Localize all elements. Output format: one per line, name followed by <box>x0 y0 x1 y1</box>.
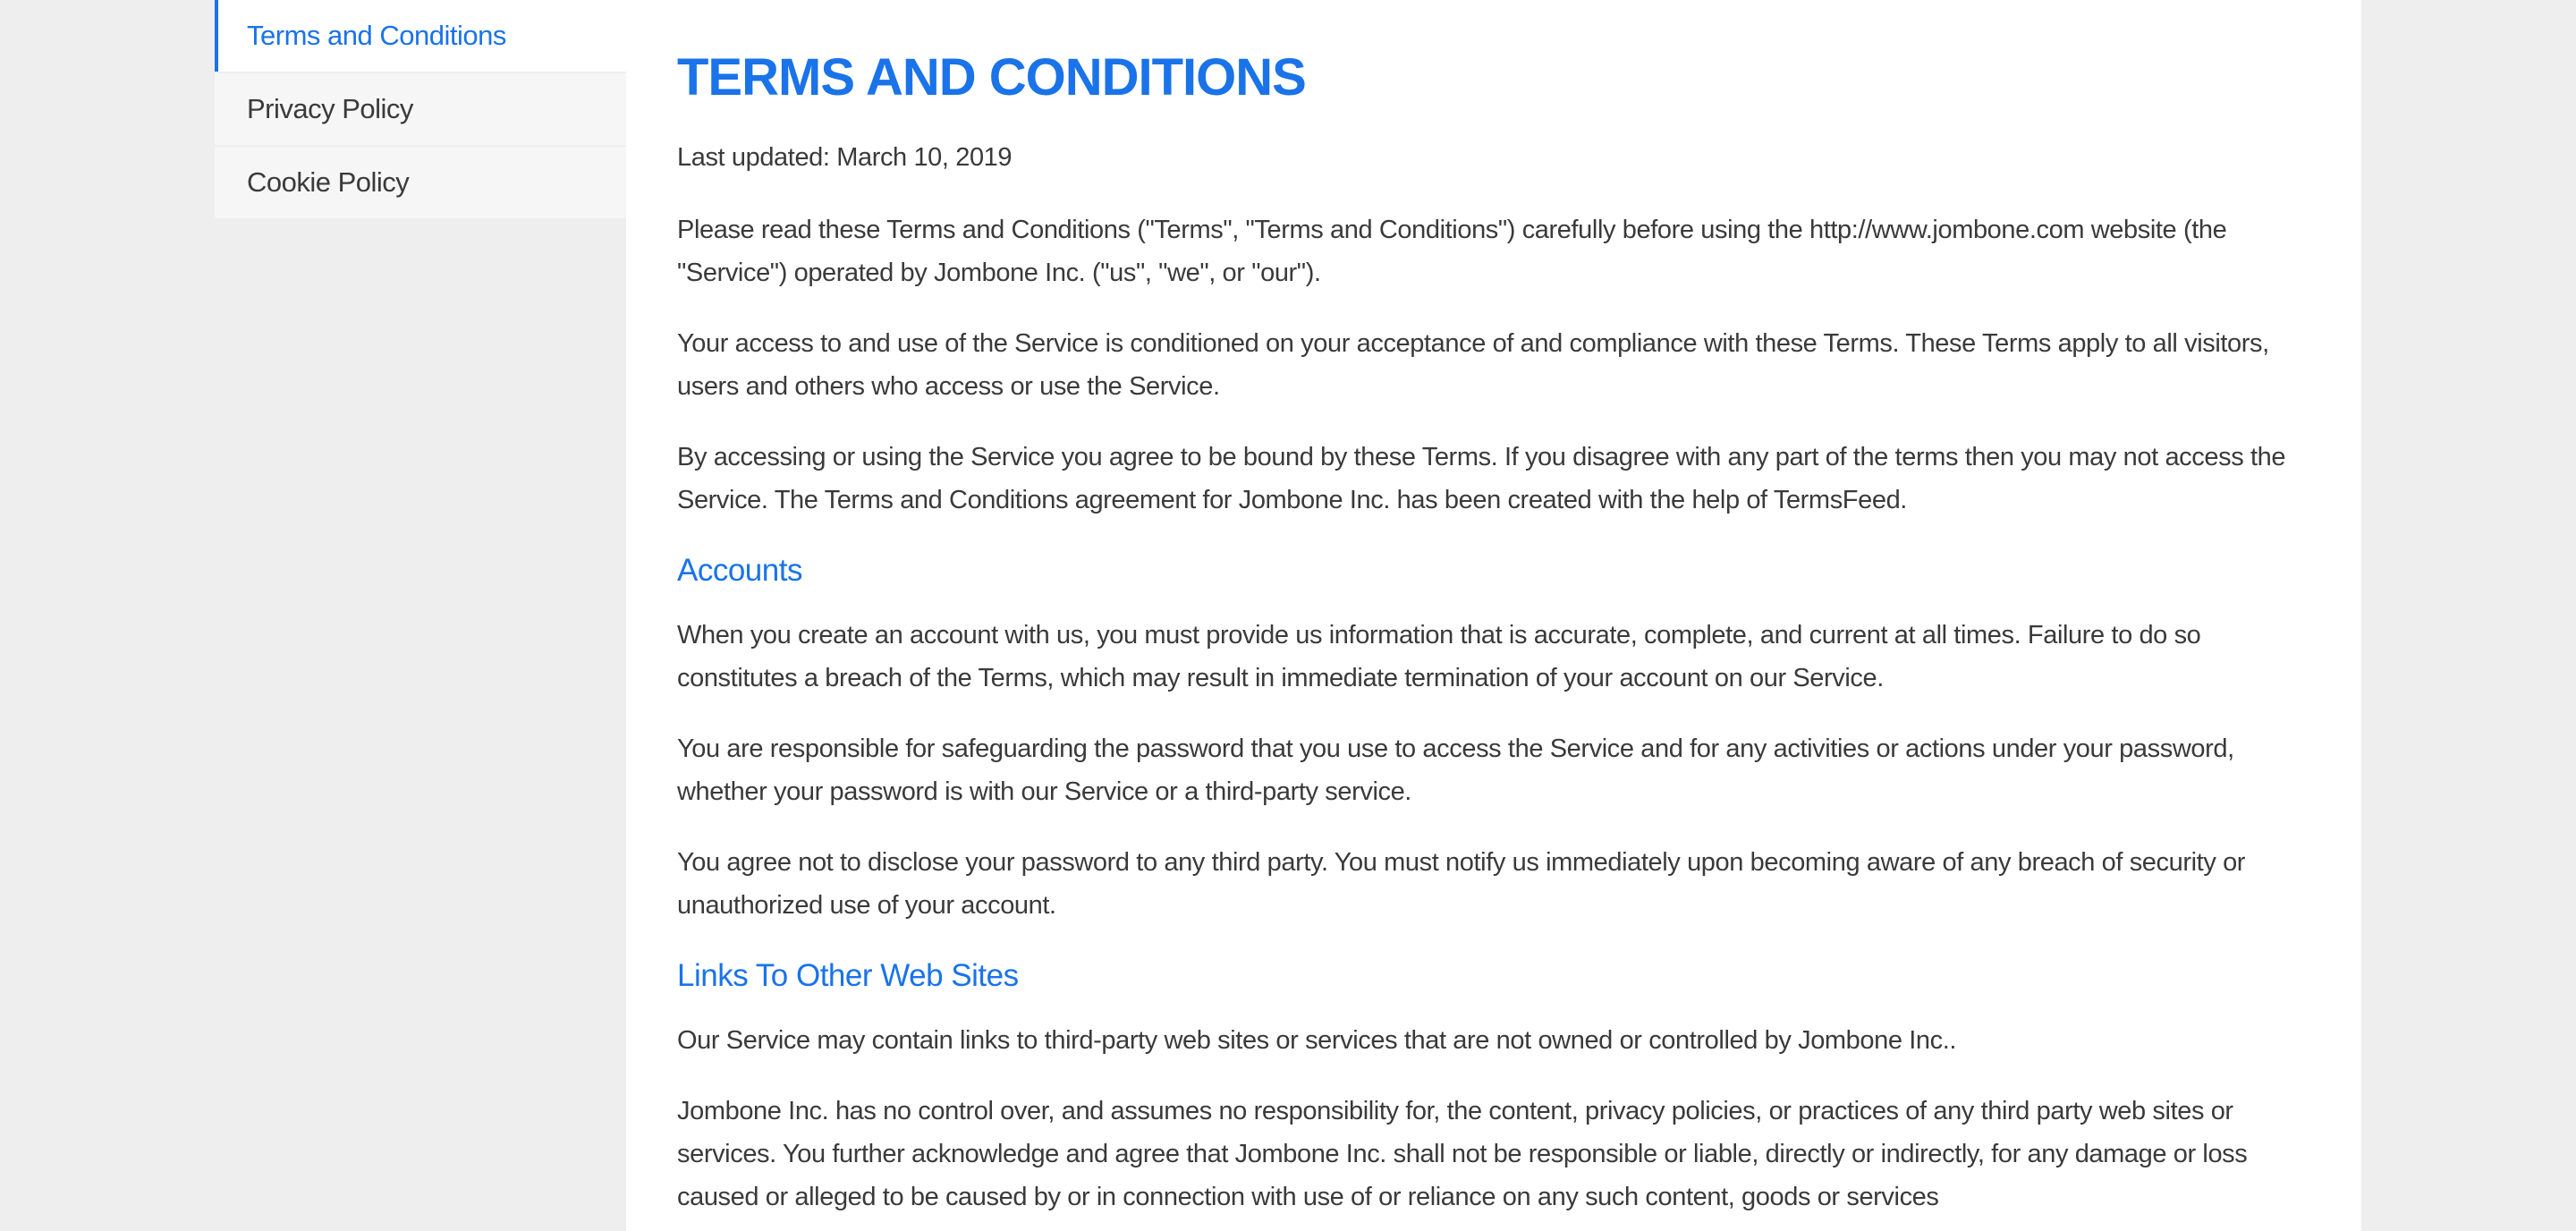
paragraph: Your access to and use of the Service is… <box>677 329 2269 401</box>
last-updated: Last updated: March 10, 2019 <box>677 143 1013 172</box>
paragraph: Please read these Terms and Conditions (… <box>677 216 2227 287</box>
sidebar-item-privacy-policy[interactable]: Privacy Policy <box>215 73 626 145</box>
paragraph: You agree not to disclose your password … <box>677 848 2246 920</box>
section-heading-links: Links To Other Web Sites <box>677 958 1019 993</box>
content-panel: TERMS AND CONDITIONS Last updated: March… <box>626 0 2361 1231</box>
section-heading-accounts: Accounts <box>677 553 802 588</box>
paragraph: Our Service may contain links to third-p… <box>677 1026 1957 1055</box>
sidebar-item-terms-and-conditions[interactable]: Terms and Conditions <box>215 0 626 72</box>
sidebar-item-cookie-policy[interactable]: Cookie Policy <box>215 147 626 218</box>
paragraph: When you create an account with us, you … <box>677 621 2201 692</box>
page-title: TERMS AND CONDITIONS <box>677 48 1307 106</box>
paragraph: You are responsible for safeguarding the… <box>677 734 2234 806</box>
paragraph: Jombone Inc. has no control over, and as… <box>677 1097 2248 1211</box>
paragraph: By accessing or using the Service you ag… <box>677 443 2286 514</box>
sidebar-nav: Terms and Conditions Privacy Policy Cook… <box>215 0 626 220</box>
